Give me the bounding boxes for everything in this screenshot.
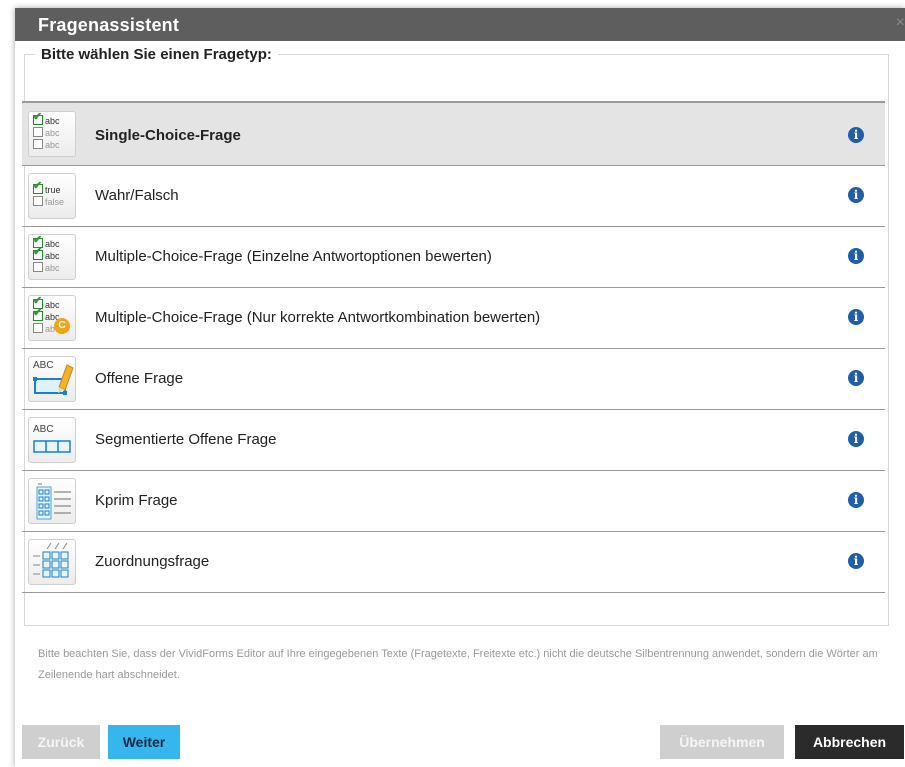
question-type-list: abc abc abc Single-Choice-Frage i true f… bbox=[22, 101, 885, 593]
back-button[interactable]: Zurück bbox=[22, 725, 100, 759]
question-type-single-choice[interactable]: abc abc abc Single-Choice-Frage i bbox=[22, 101, 885, 166]
kprim-grid-icon bbox=[36, 483, 71, 520]
icon-abc-text: abc bbox=[45, 251, 60, 261]
kprim-icon bbox=[28, 478, 76, 524]
single-choice-icon: abc abc abc bbox=[28, 111, 76, 157]
question-type-true-false[interactable]: true false Wahr/Falsch i bbox=[22, 166, 885, 227]
multiple-choice-combination-icon: abc abc abc C bbox=[28, 295, 76, 341]
close-icon[interactable]: × bbox=[896, 14, 905, 32]
dialog-title: Fragenassistent bbox=[38, 15, 180, 35]
question-type-label: Kprim Frage bbox=[95, 492, 178, 509]
info-icon[interactable]: i bbox=[848, 309, 864, 325]
info-icon[interactable]: i bbox=[848, 492, 864, 508]
question-type-label: Multiple-Choice-Frage (Einzelne Antworto… bbox=[95, 248, 492, 265]
info-icon[interactable]: i bbox=[848, 187, 864, 203]
dialog-titlebar: Fragenassistent × bbox=[15, 8, 905, 41]
info-icon[interactable]: i bbox=[848, 431, 864, 447]
open-question-icon: ABC bbox=[28, 356, 76, 402]
icon-true-text: true bbox=[45, 185, 61, 195]
multiple-choice-icon: abc abc abc bbox=[28, 234, 76, 280]
segment-boxes-icon bbox=[33, 440, 71, 453]
icon-abc-text: abc bbox=[45, 116, 60, 126]
segmented-open-question-icon: ABC bbox=[28, 417, 76, 463]
question-type-multiple-choice-combination[interactable]: abc abc abc C Multiple-Choice-Frage (Nur… bbox=[22, 288, 885, 349]
icon-abc-text: abc bbox=[45, 128, 60, 138]
icon-false-text: false bbox=[45, 197, 65, 207]
info-icon[interactable]: i bbox=[848, 553, 864, 569]
pencil-icon bbox=[33, 364, 74, 395]
question-type-legend: Bitte wählen Sie einen Fragetyp: bbox=[41, 46, 272, 63]
question-type-label: Segmentierte Offene Frage bbox=[95, 431, 277, 448]
hyphenation-note: Bitte beachten Sie, dass der VividForms … bbox=[38, 648, 878, 681]
icon-abc-text: abc bbox=[45, 140, 60, 150]
question-type-label: Offene Frage bbox=[95, 370, 184, 387]
icon-abc-text: abc bbox=[45, 300, 60, 310]
question-type-label: Zuordnungsfrage bbox=[95, 553, 210, 570]
question-type-open[interactable]: ABC Offene Frage i bbox=[22, 349, 885, 410]
true-false-icon: true false bbox=[28, 173, 76, 219]
question-type-multiple-choice[interactable]: abc abc abc Multiple-Choice-Frage (Einze… bbox=[22, 227, 885, 288]
question-type-kprim[interactable]: Kprim Frage i bbox=[22, 471, 885, 532]
next-button[interactable]: Weiter bbox=[108, 725, 180, 759]
question-type-label: Wahr/Falsch bbox=[95, 187, 179, 204]
matching-grid-icon bbox=[33, 542, 69, 578]
question-type-matching[interactable]: Zuordnungsfrage i bbox=[22, 532, 885, 593]
apply-button[interactable]: Übernehmen bbox=[660, 725, 784, 759]
cancel-button[interactable]: Abbrechen bbox=[795, 725, 904, 759]
info-icon[interactable]: i bbox=[848, 248, 864, 264]
combination-badge-icon: C bbox=[54, 318, 70, 334]
question-type-label: Multiple-Choice-Frage (Nur korrekte Antw… bbox=[95, 309, 541, 326]
info-icon[interactable]: i bbox=[848, 370, 864, 386]
icon-abc-text: abc bbox=[45, 239, 60, 249]
question-type-label: Single-Choice-Frage bbox=[95, 127, 241, 144]
matching-question-icon bbox=[28, 539, 76, 585]
icon-abc-text: abc bbox=[45, 263, 60, 273]
info-icon[interactable]: i bbox=[848, 127, 864, 143]
question-type-segmented-open[interactable]: ABC Segmentierte Offene Frage i bbox=[22, 410, 885, 471]
